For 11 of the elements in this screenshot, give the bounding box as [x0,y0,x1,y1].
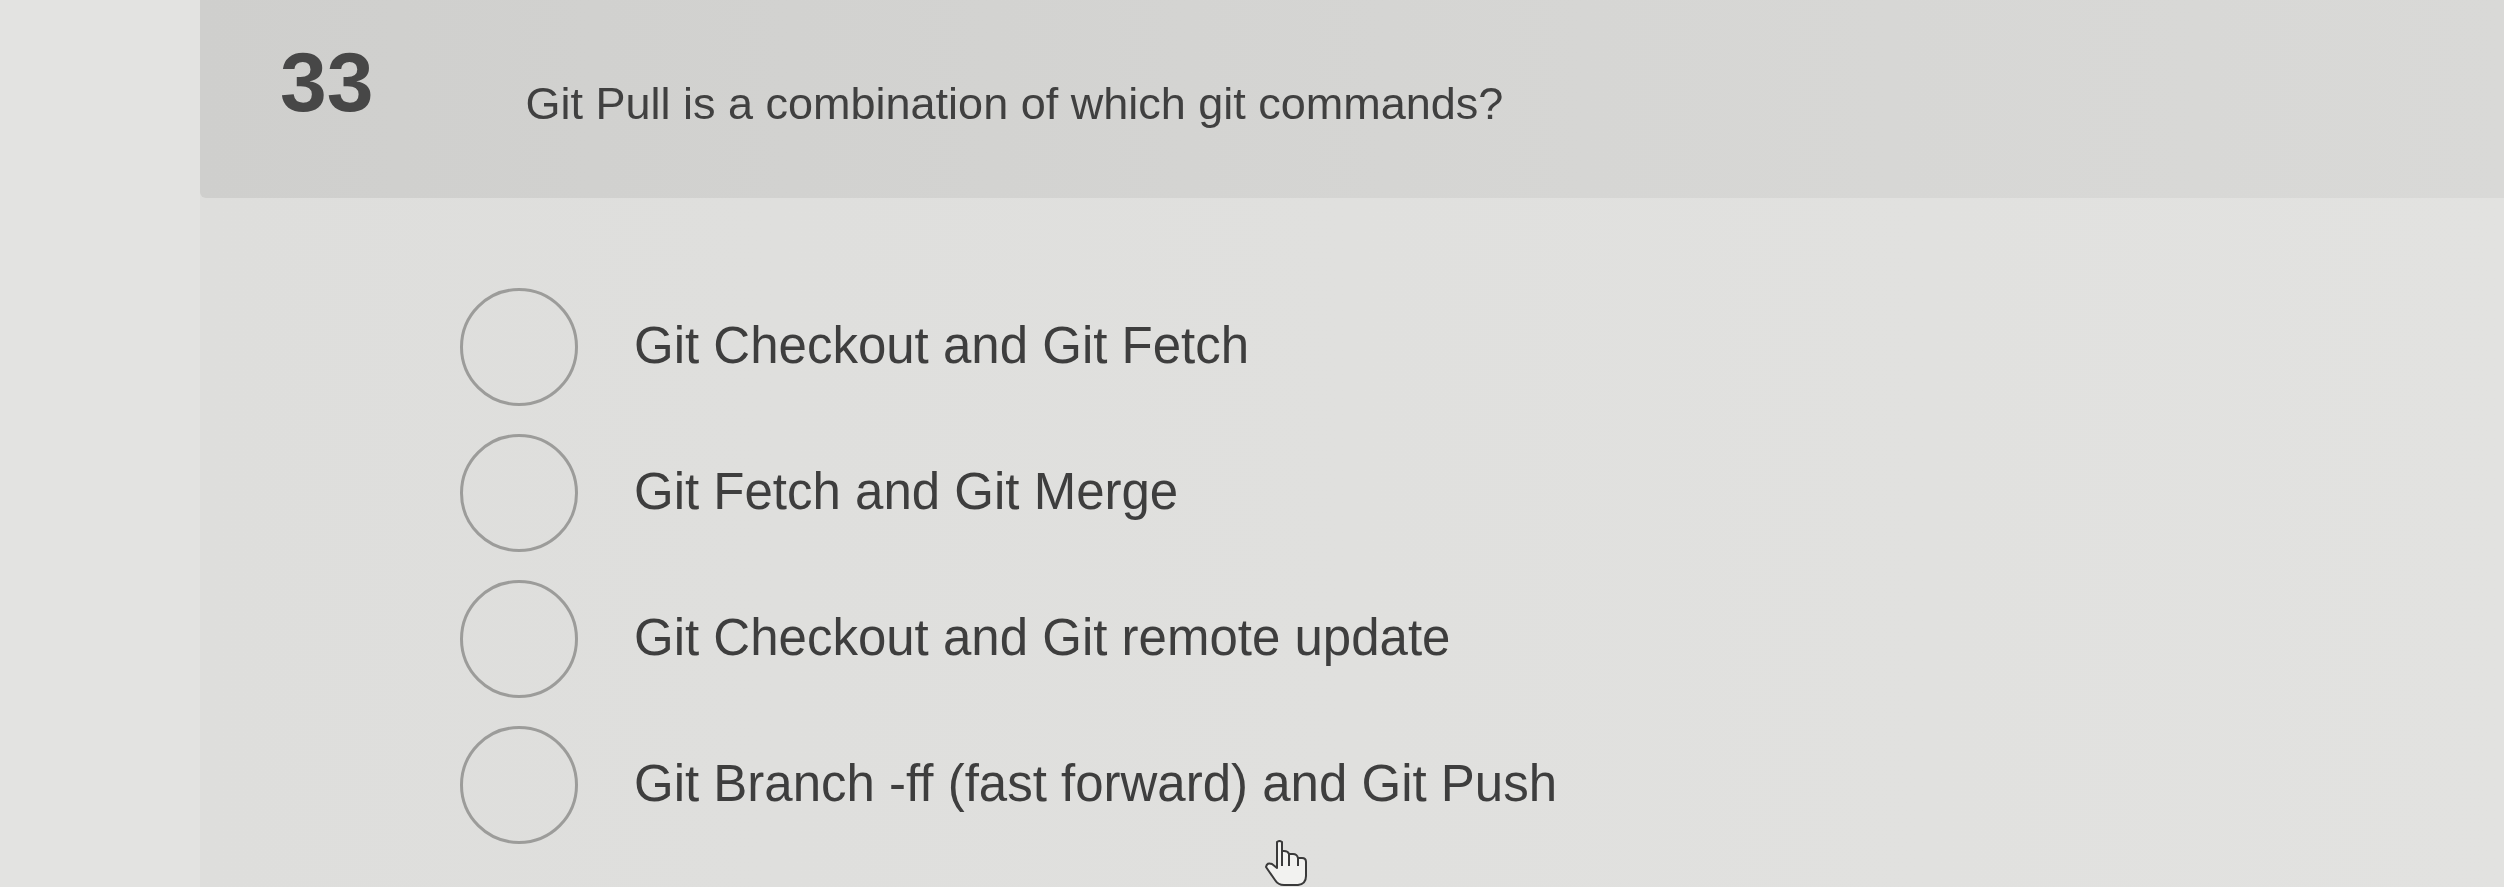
radio-button[interactable] [460,288,578,406]
option-label: Git Fetch and Git Merge [634,461,1179,521]
option-label: Git Checkout and Git Fetch [634,315,1250,375]
option-label: Git Checkout and Git remote update [634,607,1451,667]
radio-button[interactable] [460,580,578,698]
question-text: Git Pull is a combination of which git commands? [525,78,1504,130]
radio-button[interactable] [460,726,578,844]
option-label: Git Branch -ff (fast forward) and Git Push [634,753,1558,813]
radio-button[interactable] [460,434,578,552]
question-number: 33 [280,40,374,124]
hand-cursor-icon [1262,840,1308,887]
